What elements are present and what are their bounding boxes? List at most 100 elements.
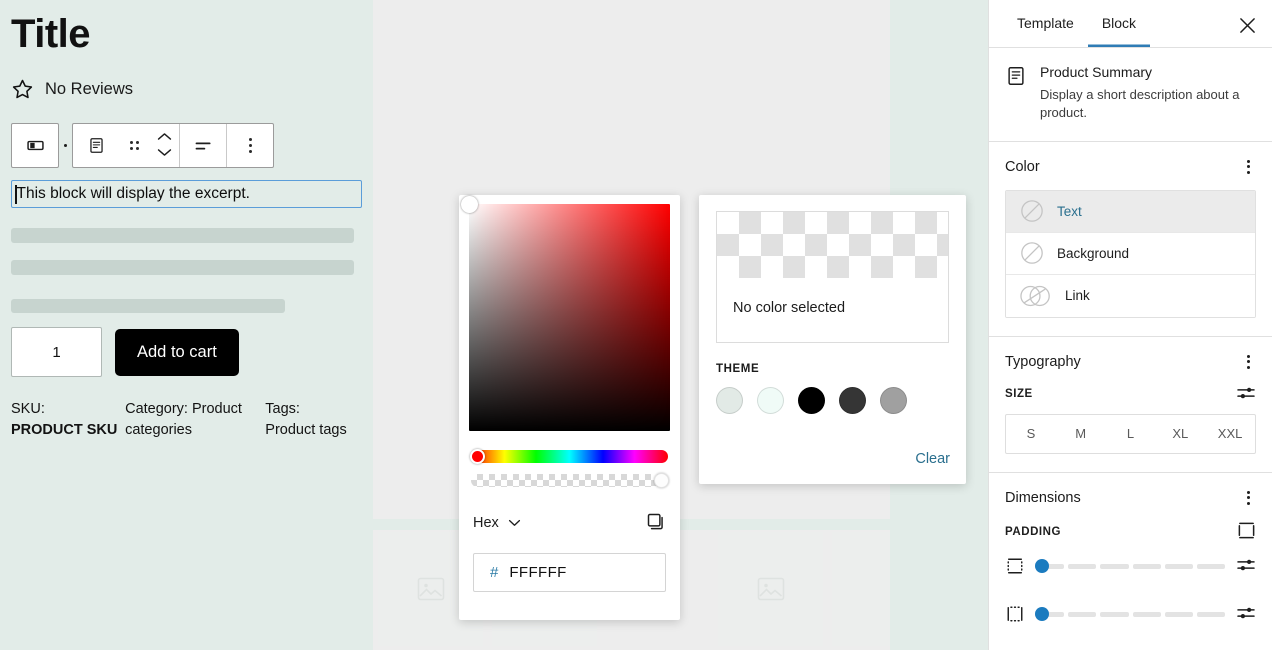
skeleton-line	[11, 299, 285, 313]
size-label: SIZE	[1005, 388, 1033, 400]
more-vertical-icon	[1247, 160, 1250, 163]
block-controls-group	[72, 123, 274, 168]
color-option-list: Text Background Link	[1005, 190, 1256, 318]
editor-canvas: Title No Reviews	[0, 0, 988, 650]
padding-label: PADDING	[1005, 526, 1061, 538]
block-type-button[interactable]	[73, 124, 119, 167]
star-icon	[11, 78, 34, 101]
sliders-icon	[1236, 557, 1256, 573]
color-circle-slash-icon	[1020, 241, 1044, 265]
typography-section-options-button[interactable]	[1241, 351, 1256, 373]
align-button[interactable]	[180, 124, 226, 167]
dimensions-section: Dimensions PADDING	[989, 473, 1272, 642]
color-option-background[interactable]: Background	[1006, 233, 1255, 275]
copy-color-button[interactable]	[645, 511, 666, 535]
block-description: Display a short description about a prod…	[1040, 86, 1256, 123]
tags-column: Tags: Product tags	[265, 399, 362, 440]
add-to-cart-button[interactable]: Add to cart	[115, 329, 239, 376]
alpha-slider[interactable]	[471, 474, 668, 487]
sliders-icon	[1236, 605, 1256, 621]
theme-palette-label: THEME	[716, 363, 966, 375]
saturation-value-area[interactable]	[469, 204, 670, 431]
padding-horizontal-slider[interactable]	[1036, 612, 1225, 617]
padding-subheader: PADDING	[1005, 521, 1256, 543]
select-parent-block-button[interactable]	[12, 124, 58, 167]
padding-horizontal-icon	[1005, 605, 1025, 623]
drag-handle-button[interactable]	[119, 124, 149, 167]
font-size-l[interactable]: L	[1106, 415, 1156, 453]
font-size-xxl[interactable]: XXL	[1205, 415, 1255, 453]
copy-icon	[645, 511, 666, 532]
font-size-segmented-control: S M L XL XXL	[1005, 414, 1256, 454]
chevron-down-icon	[156, 147, 173, 158]
hex-input[interactable]	[509, 564, 629, 581]
padding-sides-button[interactable]	[1237, 521, 1256, 543]
clear-color-button[interactable]: Clear	[915, 451, 950, 467]
slider-group	[471, 450, 668, 487]
more-vertical-icon	[249, 138, 252, 141]
parent-block-group	[11, 123, 59, 168]
image-placeholder-icon	[417, 577, 445, 601]
swatch-charcoal[interactable]	[839, 387, 866, 414]
hue-slider[interactable]	[471, 450, 668, 463]
font-size-s[interactable]: S	[1006, 415, 1056, 453]
font-size-m[interactable]: M	[1056, 415, 1106, 453]
sidebar-tabs: Template Block	[989, 0, 1272, 48]
color-option-text[interactable]: Text	[1006, 191, 1255, 233]
hash-prefix: #	[490, 564, 498, 581]
padding-horizontal-slider-row	[1005, 605, 1256, 624]
swatch-gray[interactable]	[880, 387, 907, 414]
font-size-xl[interactable]: XL	[1155, 415, 1205, 453]
swatch-black[interactable]	[798, 387, 825, 414]
block-editor-screen: Title No Reviews	[0, 0, 1272, 650]
color-section-options-button[interactable]	[1241, 156, 1256, 178]
padding-vertical-slider[interactable]	[1036, 564, 1225, 569]
hex-input-field[interactable]: #	[473, 553, 666, 592]
no-color-selected-label: No color selected	[733, 300, 845, 316]
padding-horizontal-handle[interactable]	[1035, 607, 1049, 621]
paragraph-block-icon	[87, 136, 106, 155]
drag-handle-icon	[130, 141, 133, 144]
quantity-input[interactable]	[11, 327, 102, 377]
color-option-label: Text	[1057, 204, 1082, 219]
padding-horizontal-settings-button[interactable]	[1236, 605, 1256, 624]
hue-slider-handle[interactable]	[470, 449, 485, 464]
close-sidebar-button[interactable]	[1232, 10, 1262, 40]
padding-vertical-slider-row	[1005, 557, 1256, 576]
color-double-circle-icon	[1020, 284, 1052, 308]
excerpt-text: This block will display the excerpt.	[17, 185, 250, 203]
toolbar-separator-dot	[64, 144, 67, 147]
color-format-select[interactable]: Hex	[473, 515, 521, 531]
color-picker-popover: Hex #	[459, 195, 680, 620]
block-options-button[interactable]	[227, 124, 273, 167]
saturation-handle[interactable]	[461, 196, 478, 213]
tab-block[interactable]: Block	[1088, 0, 1150, 47]
swatch-pale-sage[interactable]	[716, 387, 743, 414]
theme-swatch-list	[716, 387, 966, 414]
clear-row: Clear	[915, 450, 950, 468]
chevron-down-icon	[508, 519, 521, 527]
excerpt-block-selected[interactable]: This block will display the excerpt.	[11, 180, 362, 208]
color-option-link[interactable]: Link	[1006, 275, 1255, 317]
tab-template[interactable]: Template	[1003, 0, 1088, 47]
color-section-header: Color	[1005, 156, 1256, 178]
swatch-mint-white[interactable]	[757, 387, 784, 414]
alpha-slider-handle[interactable]	[654, 473, 669, 488]
block-toolbar	[11, 123, 362, 168]
size-settings-button[interactable]	[1236, 385, 1256, 404]
skeleton-line	[11, 228, 354, 243]
dimensions-section-header: Dimensions	[1005, 487, 1256, 509]
color-option-label: Background	[1057, 246, 1129, 261]
move-up-button[interactable]	[156, 130, 173, 145]
more-vertical-icon	[1247, 491, 1250, 494]
align-left-icon	[193, 138, 214, 154]
padding-vertical-handle[interactable]	[1035, 559, 1049, 573]
chevron-up-icon	[156, 131, 173, 142]
product-summary-block: Title No Reviews	[0, 0, 373, 650]
tags-value: Product tags	[265, 420, 362, 441]
color-format-label: Hex	[473, 515, 499, 531]
dimensions-section-options-button[interactable]	[1241, 487, 1256, 509]
move-down-button[interactable]	[156, 146, 173, 161]
product-meta: SKU: PRODUCT SKU Category: Product categ…	[11, 399, 362, 440]
padding-vertical-settings-button[interactable]	[1236, 557, 1256, 576]
